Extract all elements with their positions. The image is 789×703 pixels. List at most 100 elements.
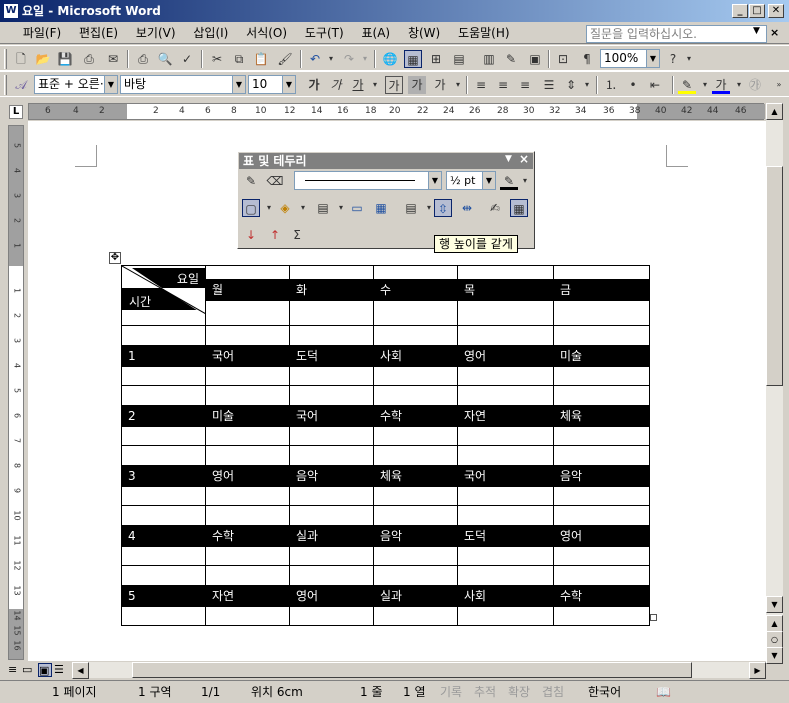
close-button[interactable]: ✕ (768, 4, 784, 18)
columns-icon[interactable]: ▥ (480, 50, 498, 68)
distribute-rows-icon[interactable]: ⇳ (434, 199, 452, 217)
new-document-icon[interactable]: 🗋 (12, 50, 30, 68)
toolbar-close-icon[interactable]: × (519, 152, 529, 166)
numbering-icon[interactable]: ⒈ (602, 76, 620, 94)
previous-page-icon[interactable]: ▲ (766, 615, 783, 632)
menu-format[interactable]: 서식(O) (239, 22, 294, 44)
align-justify-icon[interactable]: ≡ (472, 76, 490, 94)
size-dropdown-icon[interactable]: ▼ (282, 76, 295, 93)
bold-button[interactable]: 가 (305, 76, 323, 94)
period-cell[interactable]: 1 (121, 325, 206, 386)
line-style-select[interactable]: ▼ (294, 171, 442, 190)
subject-cell[interactable]: 영어 (289, 565, 374, 626)
border-color-dropdown-icon[interactable]: ▾ (516, 172, 534, 190)
merge-cells-icon[interactable]: ▭ (348, 199, 366, 217)
menu-table[interactable]: 표(A) (355, 22, 398, 44)
print-layout-icon[interactable]: ▣ (38, 663, 52, 677)
sort-descending-icon[interactable]: ↑ (266, 226, 284, 244)
spelling-icon[interactable]: ✓ (178, 50, 196, 68)
subject-cell[interactable]: 자연 (205, 565, 290, 626)
scroll-down-icon[interactable]: ▼ (766, 596, 783, 613)
toolbar-grip[interactable] (4, 49, 7, 69)
save-icon[interactable]: 💾 (56, 50, 74, 68)
maximize-button[interactable]: □ (749, 4, 765, 18)
menu-window[interactable]: 창(W) (401, 22, 447, 44)
subject-cell[interactable]: 실과 (289, 505, 374, 566)
subject-cell[interactable]: 미술 (205, 385, 290, 446)
style-select[interactable]: 표준 + 오른· ▼ (34, 75, 118, 94)
email-icon[interactable]: ✉ (104, 50, 122, 68)
menu-insert[interactable]: 삽입(I) (186, 22, 235, 44)
subject-cell[interactable]: 사회 (457, 565, 554, 626)
subject-cell[interactable]: 체육 (553, 385, 650, 446)
redo-dropdown-icon[interactable]: ▾ (356, 50, 374, 68)
menu-tools[interactable]: 도구(T) (298, 22, 351, 44)
char-border-button[interactable]: 가 (385, 76, 403, 94)
status-ext[interactable]: 확장 (508, 682, 530, 702)
autosum-icon[interactable]: Σ (288, 226, 306, 244)
subject-cell[interactable]: 수학 (205, 505, 290, 566)
show-gridlines-icon[interactable]: ▦ (510, 199, 528, 217)
copy-icon[interactable]: ⧉ (230, 50, 248, 68)
status-rec[interactable]: 기록 (440, 682, 462, 702)
eraser-icon[interactable]: ⌫ (266, 172, 284, 190)
sort-ascending-icon[interactable]: ↓ (242, 226, 260, 244)
distribute-columns-icon[interactable]: ⇹ (458, 199, 476, 217)
status-ovr[interactable]: 겹침 (542, 682, 564, 702)
table-autoformat-icon[interactable]: ✍ (486, 199, 504, 217)
period-cell[interactable]: 2 (121, 385, 206, 446)
period-cell[interactable]: 3 (121, 445, 206, 506)
select-browse-object-icon[interactable]: ○ (766, 631, 783, 648)
hyperlink-icon[interactable]: 🌐 (381, 50, 399, 68)
subject-cell[interactable]: 도덕 (457, 505, 554, 566)
undo-dropdown-icon[interactable]: ▾ (322, 50, 340, 68)
subject-cell[interactable]: 음악 (289, 445, 374, 506)
vertical-scrollbar[interactable]: ▲ ▼ ▲ ○ ▼ (766, 103, 783, 664)
day-header-cell[interactable]: 수 (373, 265, 458, 326)
help-question-input[interactable]: 질문을 입력하십시오. (586, 25, 767, 43)
tab-selector[interactable]: L (9, 105, 23, 119)
draw-table-icon[interactable]: ✎ (242, 172, 260, 190)
subject-cell[interactable]: 자연 (457, 385, 554, 446)
menu-file[interactable]: 파일(F) (16, 22, 68, 44)
outside-border-icon[interactable]: ▢ (242, 199, 260, 217)
bullets-icon[interactable]: • (624, 76, 642, 94)
help-dropdown-icon[interactable]: ▼ (753, 26, 760, 36)
drawing-icon[interactable]: ✎ (502, 50, 520, 68)
minimize-button[interactable]: _ (732, 4, 748, 18)
insert-excel-icon[interactable]: ▤ (450, 50, 468, 68)
document-close-icon[interactable]: × (770, 26, 779, 39)
paste-icon[interactable]: 📋 (252, 50, 270, 68)
subject-cell[interactable]: 수학 (373, 385, 458, 446)
line-weight-dropdown-icon[interactable]: ▼ (482, 172, 495, 189)
word-app-icon[interactable]: W (3, 3, 19, 19)
subject-cell[interactable]: 음악 (373, 505, 458, 566)
align-cell-icon[interactable]: ▤ (402, 199, 420, 217)
subject-cell[interactable]: 수학 (553, 565, 650, 626)
status-trk[interactable]: 추적 (474, 682, 496, 702)
tables-borders-title-bar[interactable]: 표 및 테두리 (239, 153, 533, 169)
spelling-status-icon[interactable]: 📖 (656, 682, 671, 702)
insert-table-icon[interactable]: ⊞ (427, 50, 445, 68)
table-move-handle-icon[interactable]: ✥ (109, 252, 121, 264)
font-color-button[interactable]: 가 (712, 76, 730, 94)
font-select[interactable]: 바탕 ▼ (120, 75, 246, 94)
italic-button[interactable]: 가 (327, 76, 345, 94)
print-icon[interactable]: ⎙ (134, 50, 152, 68)
document-map-icon[interactable]: ▣ (526, 50, 544, 68)
style-dropdown-icon[interactable]: ▼ (104, 76, 117, 93)
web-layout-icon[interactable]: ▭ (22, 662, 36, 678)
toolbar-options-dropdown-icon[interactable]: ▼ (505, 154, 512, 164)
char-scale-button[interactable]: 가 (431, 76, 449, 94)
subject-cell[interactable]: 미술 (553, 325, 650, 386)
subject-cell[interactable]: 영어 (205, 445, 290, 506)
hscroll-thumb[interactable] (132, 662, 692, 678)
day-header-cell[interactable]: 월 (205, 265, 290, 326)
help-dropdown-small-icon[interactable]: ▾ (680, 50, 698, 68)
enclose-char-icon[interactable]: ㉮ (746, 76, 764, 94)
align-right-icon[interactable]: ≡ (516, 76, 534, 94)
menu-help[interactable]: 도움말(H) (451, 22, 517, 44)
underline-button[interactable]: 가 (349, 76, 367, 94)
distribute-icon[interactable]: ☰ (540, 76, 558, 94)
scroll-thumb[interactable] (766, 166, 783, 386)
